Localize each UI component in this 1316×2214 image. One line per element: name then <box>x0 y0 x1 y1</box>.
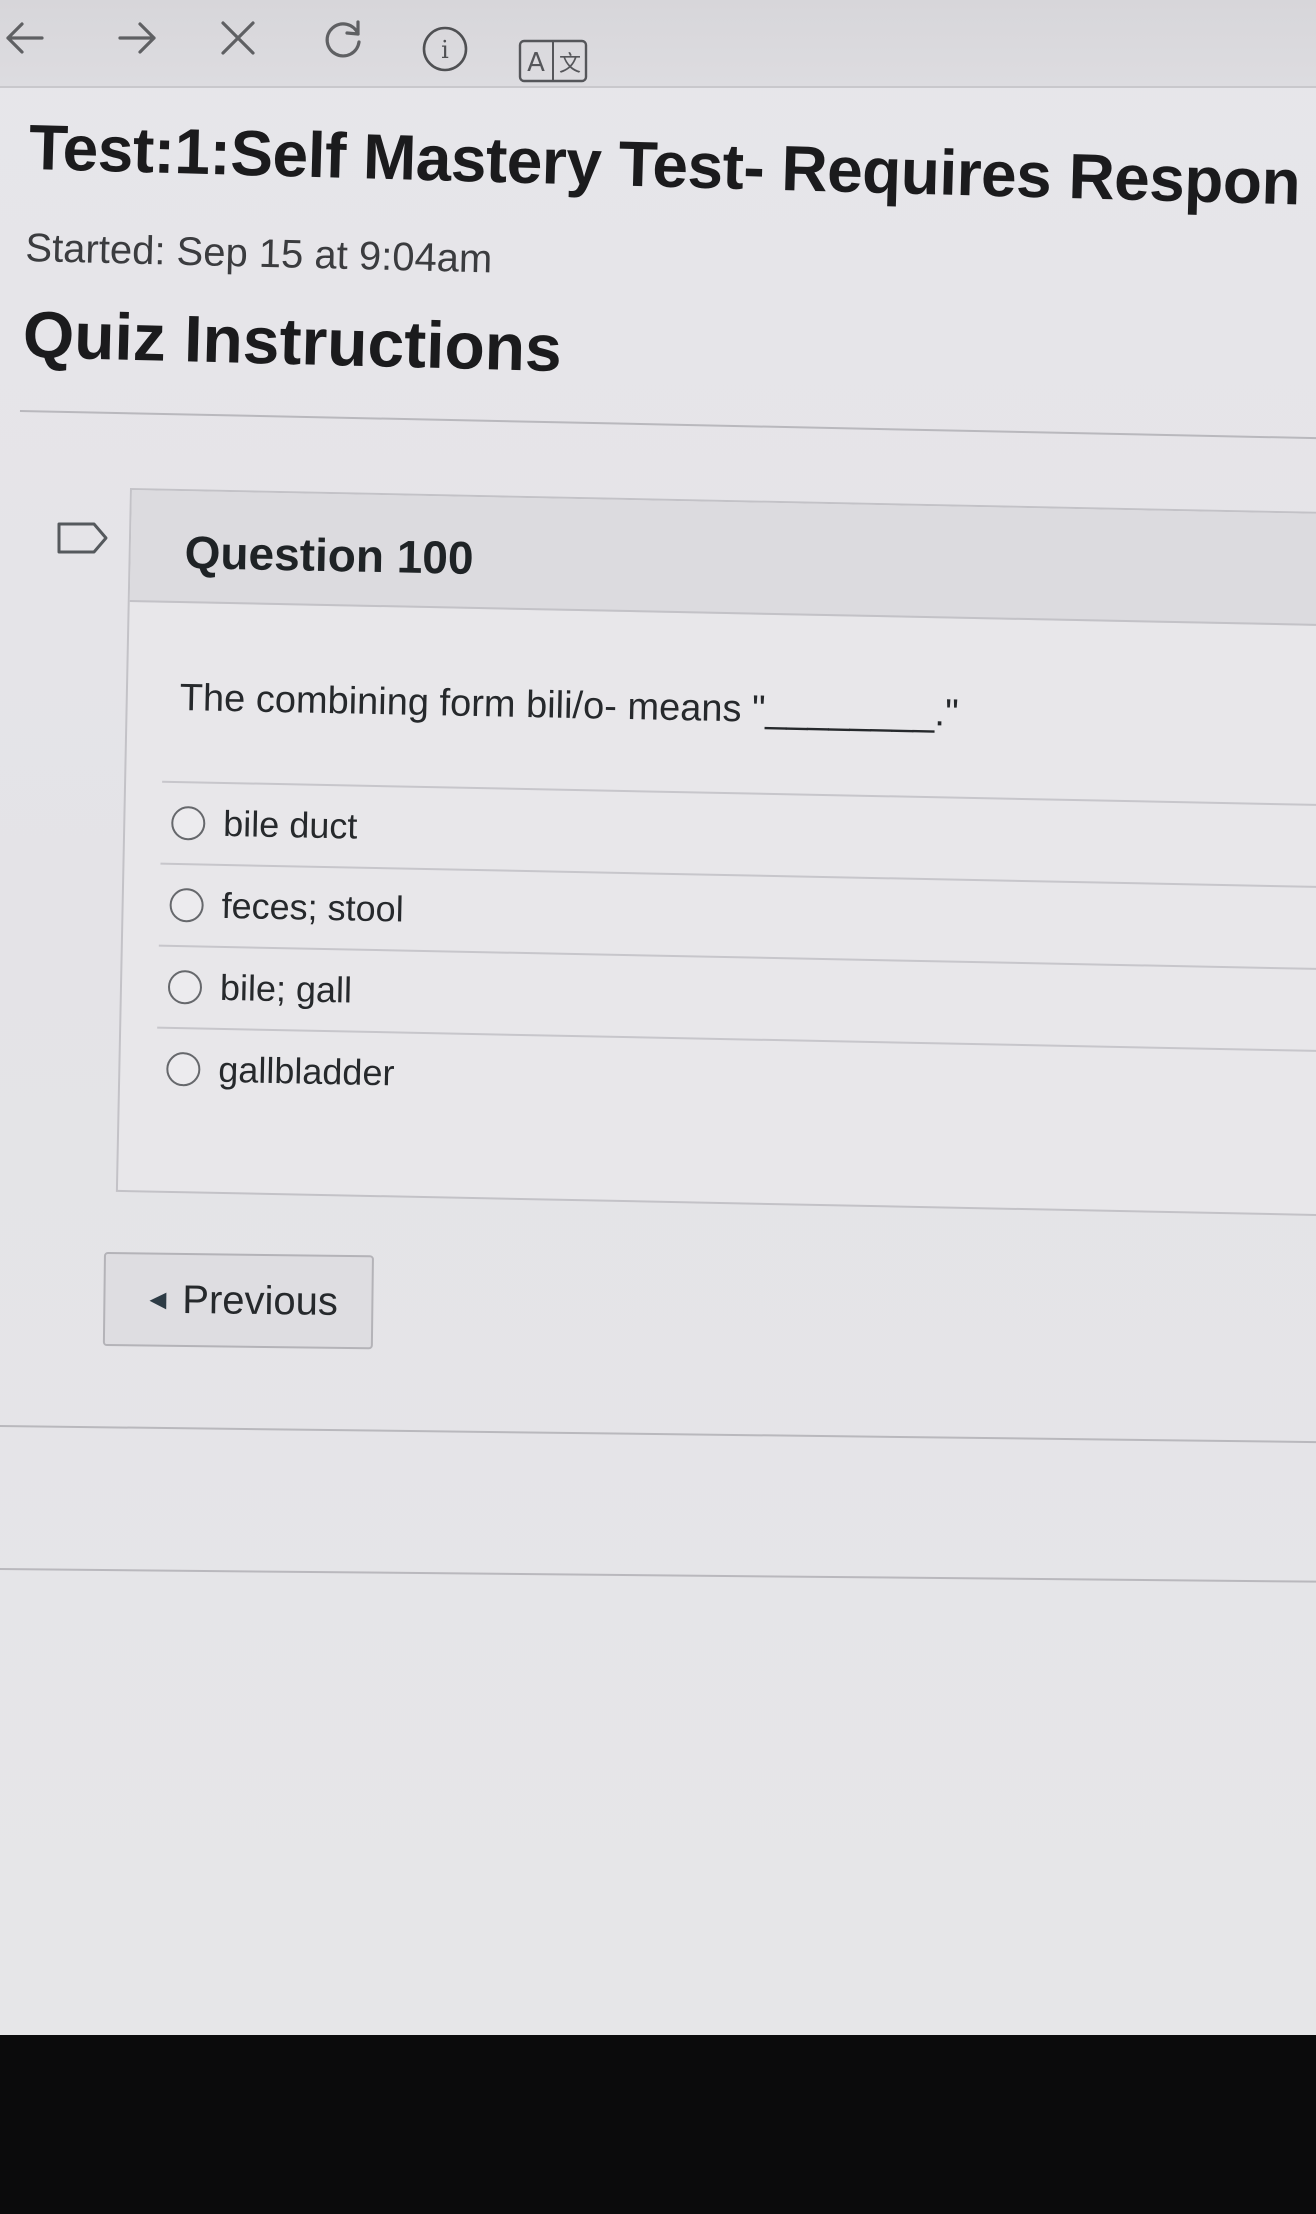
page-title: Test:1:Self Mastery Test- Requires Respo… <box>27 110 1302 219</box>
site-info-button[interactable]: i <box>420 24 470 74</box>
footer-divider <box>0 1425 1316 1444</box>
footer-divider-lower <box>0 1568 1316 1583</box>
question-title: Question 100 <box>184 526 475 584</box>
question-card: Question 100 The combining form bili/o- … <box>115 488 1316 1219</box>
section-divider <box>19 410 1316 440</box>
answer-label[interactable]: bile duct <box>223 803 358 848</box>
started-timestamp: Started: Sep 15 at 9:04am <box>24 226 493 282</box>
arrow-right-icon <box>118 22 156 54</box>
forward-button[interactable] <box>108 8 168 68</box>
flag-question-button[interactable] <box>56 520 110 556</box>
monitor-bezel <box>0 2035 1316 2214</box>
browser-toolbar: i A 文 <box>0 0 1316 88</box>
close-icon <box>221 21 255 55</box>
answer-radio[interactable] <box>170 805 206 841</box>
translate-icon: A 文 <box>518 39 588 83</box>
answer-radio[interactable] <box>167 969 203 1005</box>
question-text: The combining form bili/o- means "______… <box>179 677 960 735</box>
previous-label: Previous <box>182 1277 339 1324</box>
answer-label[interactable]: bile; gall <box>220 967 353 1012</box>
reload-button[interactable] <box>314 8 374 68</box>
previous-button[interactable]: ◀ Previous <box>102 1252 374 1350</box>
flag-icon <box>57 522 108 554</box>
info-glyph: i <box>441 36 449 64</box>
answer-label[interactable]: feces; stool <box>221 885 404 931</box>
arrow-left-icon <box>6 22 44 54</box>
translate-button[interactable]: A 文 <box>518 38 590 84</box>
translate-glyph-a: A <box>527 48 545 78</box>
back-button[interactable] <box>0 8 54 68</box>
answer-radio[interactable] <box>169 887 204 923</box>
quiz-page: i A 文 Test:1:Self Mastery Test- Requires… <box>0 0 1316 2035</box>
quiz-instructions-heading: Quiz Instructions <box>22 296 563 386</box>
stop-button[interactable] <box>208 8 268 68</box>
answer-list: bile duct feces; stool bile; gall gallbl… <box>155 780 1316 1135</box>
answer-label[interactable]: gallbladder <box>218 1049 395 1095</box>
translate-glyph-b: 文 <box>559 52 581 77</box>
question-header: Question 100 <box>129 490 1316 629</box>
answer-radio[interactable] <box>166 1051 201 1087</box>
caret-left-icon: ◀ <box>149 1286 167 1312</box>
reload-icon <box>325 20 361 58</box>
info-icon: i <box>422 26 468 72</box>
